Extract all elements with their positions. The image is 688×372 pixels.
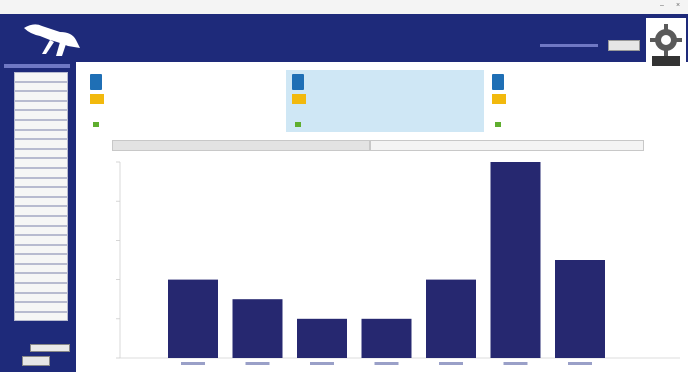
app-header xyxy=(0,14,688,68)
accessibility-icon xyxy=(492,74,504,90)
sidebar-item[interactable] xyxy=(14,235,68,245)
sidebar-item[interactable] xyxy=(14,187,68,197)
user-name-field xyxy=(540,44,598,47)
sidebar-button[interactable] xyxy=(22,356,50,366)
x-tick-label-1 xyxy=(181,362,205,365)
bar-7[interactable] xyxy=(555,260,605,358)
kangaroo-logo-icon[interactable] xyxy=(20,18,110,60)
x-tick-label-3 xyxy=(310,362,334,365)
sidebar-item[interactable] xyxy=(14,215,68,226)
sidebar-item[interactable] xyxy=(14,119,68,130)
status-card-1[interactable] xyxy=(84,70,282,132)
sidebar-item[interactable] xyxy=(14,100,68,111)
bar-3[interactable] xyxy=(297,318,347,358)
status-dot-icon xyxy=(295,122,301,127)
sidebar-item[interactable] xyxy=(14,72,68,82)
sidebar-list xyxy=(14,72,68,322)
warning-stripe-icon xyxy=(492,94,506,104)
minimize-button[interactable]: – xyxy=(658,2,666,10)
sidebar-item[interactable] xyxy=(14,273,68,284)
sidebar-item[interactable] xyxy=(14,311,68,322)
sidebar-item[interactable] xyxy=(14,254,68,264)
warning-stripe-icon xyxy=(292,94,306,104)
status-card-3[interactable] xyxy=(486,70,684,132)
warning-stripe-icon xyxy=(90,94,104,104)
x-tick-label-5 xyxy=(439,362,463,365)
sidebar-item[interactable] xyxy=(14,81,68,92)
header-button[interactable] xyxy=(608,40,640,51)
sidebar-item[interactable] xyxy=(14,302,68,312)
sidebar-item[interactable] xyxy=(14,177,68,188)
sidebar-item[interactable] xyxy=(14,129,68,140)
x-tick-label-2 xyxy=(245,362,270,365)
window-titlebar: – × xyxy=(0,0,688,14)
accessibility-icon xyxy=(90,74,102,90)
bar-1[interactable] xyxy=(168,279,218,358)
sidebar-item[interactable] xyxy=(14,148,68,159)
sidebar-item[interactable] xyxy=(14,244,68,255)
sidebar xyxy=(0,62,76,372)
x-tick-label-7 xyxy=(568,362,592,365)
sidebar-item[interactable] xyxy=(14,91,68,101)
bar-chart xyxy=(116,161,680,365)
bar-4[interactable] xyxy=(361,318,412,358)
view-toggle-right[interactable] xyxy=(370,140,644,151)
x-tick-label-4 xyxy=(374,362,399,365)
accessibility-icon xyxy=(292,74,304,90)
bar-6[interactable] xyxy=(490,162,541,358)
sidebar-header-bar xyxy=(4,64,70,68)
bar-5[interactable] xyxy=(426,279,476,358)
x-tick-label-6 xyxy=(503,362,528,365)
sidebar-item[interactable] xyxy=(14,206,68,216)
view-toggle-left[interactable] xyxy=(112,140,370,151)
sidebar-item[interactable] xyxy=(14,225,68,236)
sidebar-item[interactable] xyxy=(14,292,68,303)
status-card-2-selected[interactable] xyxy=(286,70,484,132)
sidebar-item[interactable] xyxy=(14,110,68,120)
close-button[interactable]: × xyxy=(674,2,682,10)
sidebar-input[interactable] xyxy=(30,344,70,352)
sidebar-item[interactable] xyxy=(14,139,68,149)
gear-icon[interactable] xyxy=(646,18,686,68)
status-dot-icon xyxy=(495,122,501,127)
status-dot-icon xyxy=(93,122,99,127)
sidebar-item[interactable] xyxy=(14,158,68,168)
bar-2[interactable] xyxy=(232,299,283,358)
sidebar-item[interactable] xyxy=(14,167,68,178)
sidebar-item[interactable] xyxy=(14,196,68,207)
sidebar-item[interactable] xyxy=(14,283,68,293)
sidebar-item[interactable] xyxy=(14,263,68,274)
